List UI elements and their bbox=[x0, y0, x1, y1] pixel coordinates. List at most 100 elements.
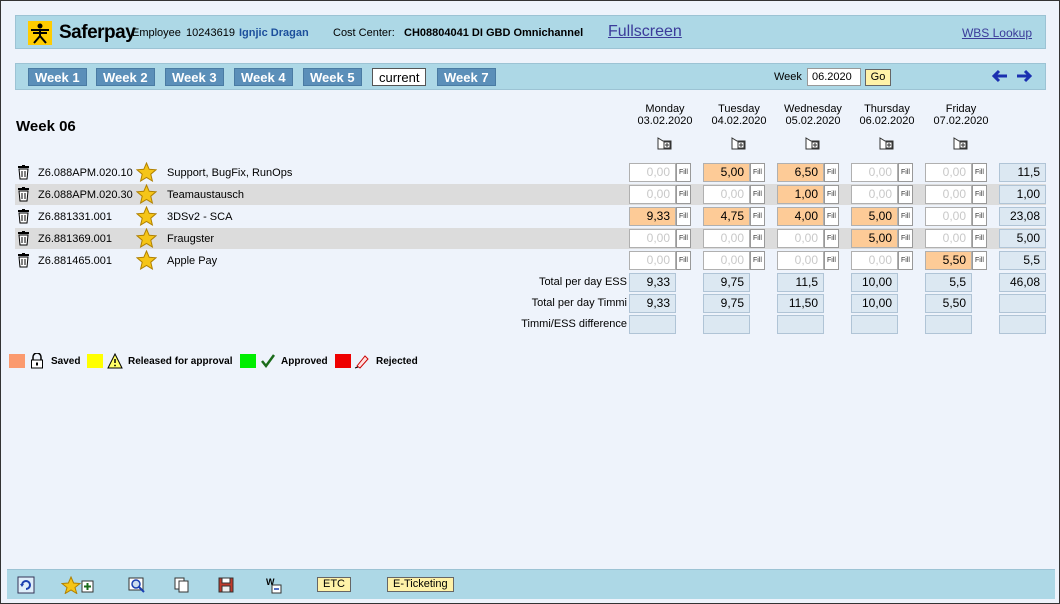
hours-input[interactable]: 0,00 bbox=[777, 229, 824, 248]
hours-input[interactable]: 0,00 bbox=[851, 163, 898, 182]
arrow-left-icon[interactable] bbox=[991, 68, 1009, 84]
fill-button[interactable]: Fill bbox=[824, 207, 839, 226]
legend-saved: Saved bbox=[51, 356, 81, 367]
fill-button[interactable]: Fill bbox=[972, 229, 987, 248]
hours-input[interactable]: 5,00 bbox=[851, 229, 898, 248]
tab-week-7[interactable]: Week 7 bbox=[437, 68, 496, 86]
legend-rejected: Rejected bbox=[376, 356, 418, 367]
fill-button[interactable]: Fill bbox=[824, 251, 839, 270]
fill-button[interactable]: Fill bbox=[824, 229, 839, 248]
fill-button[interactable]: Fill bbox=[898, 185, 913, 204]
hours-input[interactable]: 0,00 bbox=[925, 185, 972, 204]
hours-input[interactable]: 5,00 bbox=[703, 163, 750, 182]
hours-input[interactable]: 0,00 bbox=[925, 207, 972, 226]
tab-week-4[interactable]: Week 4 bbox=[234, 68, 293, 86]
lock-icon bbox=[31, 353, 43, 369]
hours-input[interactable]: 0,00 bbox=[629, 163, 676, 182]
fill-button[interactable]: Fill bbox=[972, 185, 987, 204]
fill-button[interactable]: Fill bbox=[750, 185, 765, 204]
hours-input[interactable]: 0,00 bbox=[629, 229, 676, 248]
fill-button[interactable]: Fill bbox=[972, 251, 987, 270]
hours-input[interactable]: 5,50 bbox=[925, 251, 972, 270]
ess-day-total: 9,33 bbox=[629, 273, 676, 292]
fill-button[interactable]: Fill bbox=[676, 185, 691, 204]
delete-row-icon[interactable] bbox=[17, 165, 30, 180]
save-icon[interactable] bbox=[217, 576, 235, 594]
fill-button[interactable]: Fill bbox=[750, 251, 765, 270]
delete-row-icon[interactable] bbox=[17, 253, 30, 268]
hours-input[interactable]: 0,00 bbox=[777, 251, 824, 270]
fill-button[interactable]: Fill bbox=[972, 163, 987, 182]
e-ticketing-button[interactable]: E-Ticketing bbox=[387, 577, 454, 592]
day-date: 03.02.2020 bbox=[637, 115, 693, 127]
copy-icon[interactable] bbox=[173, 576, 191, 594]
hours-input[interactable]: 4,75 bbox=[703, 207, 750, 226]
hours-input[interactable]: 0,00 bbox=[851, 251, 898, 270]
timmi-day-total: 5,50 bbox=[925, 294, 972, 313]
favorite-star-icon[interactable] bbox=[136, 250, 157, 270]
wbs-tool-icon[interactable]: W bbox=[265, 576, 283, 594]
tab-week-5[interactable]: Week 5 bbox=[303, 68, 362, 86]
hours-input[interactable]: 0,00 bbox=[703, 185, 750, 204]
hours-input[interactable]: 9,33 bbox=[629, 207, 676, 226]
go-button[interactable]: Go bbox=[865, 69, 891, 86]
favorite-star-icon[interactable] bbox=[136, 184, 157, 204]
footer-toolbar: W ETC E-Ticketing bbox=[7, 569, 1055, 599]
arrow-right-icon[interactable] bbox=[1015, 68, 1033, 84]
hours-input[interactable]: 0,00 bbox=[703, 251, 750, 270]
timmi-day-total: 11,50 bbox=[777, 294, 824, 313]
fill-button[interactable]: Fill bbox=[676, 251, 691, 270]
employee-label: Employee bbox=[132, 27, 181, 39]
fill-button[interactable]: Fill bbox=[750, 229, 765, 248]
favorite-star-icon[interactable] bbox=[136, 206, 157, 226]
tab-week-1[interactable]: Week 1 bbox=[28, 68, 87, 86]
hours-input[interactable]: 0,00 bbox=[629, 251, 676, 270]
tab-current-week[interactable]: current bbox=[372, 68, 427, 86]
week-nav-bar: Week 1 Week 2 Week 3 Week 4 Week 5 curre… bbox=[15, 63, 1046, 90]
hours-input[interactable]: 1,00 bbox=[777, 185, 824, 204]
favorite-star-icon[interactable] bbox=[136, 228, 157, 248]
add-entry-icon[interactable] bbox=[731, 137, 746, 150]
delete-row-icon[interactable] bbox=[17, 187, 30, 202]
tab-week-3[interactable]: Week 3 bbox=[165, 68, 224, 86]
fill-button[interactable]: Fill bbox=[898, 163, 913, 182]
hours-input[interactable]: 0,00 bbox=[703, 229, 750, 248]
hours-input[interactable]: 5,00 bbox=[851, 207, 898, 226]
fill-button[interactable]: Fill bbox=[898, 251, 913, 270]
tab-week-2[interactable]: Week 2 bbox=[96, 68, 155, 86]
hours-input[interactable]: 0,00 bbox=[925, 163, 972, 182]
add-entry-icon[interactable] bbox=[879, 137, 894, 150]
difference-cell bbox=[925, 315, 972, 334]
add-favorite-icon[interactable] bbox=[61, 576, 97, 594]
fullscreen-link[interactable]: Fullscreen bbox=[608, 23, 682, 41]
fill-button[interactable]: Fill bbox=[676, 207, 691, 226]
etc-button[interactable]: ETC bbox=[317, 577, 351, 592]
day-header-monday: Monday 03.02.2020 bbox=[628, 103, 702, 127]
delete-row-icon[interactable] bbox=[17, 209, 30, 224]
favorite-star-icon[interactable] bbox=[136, 162, 157, 182]
fill-button[interactable]: Fill bbox=[898, 229, 913, 248]
hours-input[interactable]: 6,50 bbox=[777, 163, 824, 182]
hours-input[interactable]: 0,00 bbox=[851, 185, 898, 204]
fill-button[interactable]: Fill bbox=[898, 207, 913, 226]
task-description: Support, BugFix, RunOps bbox=[167, 167, 293, 179]
add-entry-icon[interactable] bbox=[805, 137, 820, 150]
search-icon[interactable] bbox=[128, 576, 146, 594]
day-header-tuesday: Tuesday 04.02.2020 bbox=[702, 103, 776, 127]
refresh-icon[interactable] bbox=[17, 576, 35, 594]
fill-button[interactable]: Fill bbox=[750, 163, 765, 182]
fill-button[interactable]: Fill bbox=[750, 207, 765, 226]
delete-row-icon[interactable] bbox=[17, 231, 30, 246]
fill-button[interactable]: Fill bbox=[824, 163, 839, 182]
fill-button[interactable]: Fill bbox=[824, 185, 839, 204]
fill-button[interactable]: Fill bbox=[676, 163, 691, 182]
fill-button[interactable]: Fill bbox=[676, 229, 691, 248]
week-input[interactable] bbox=[807, 68, 861, 86]
hours-input[interactable]: 0,00 bbox=[629, 185, 676, 204]
add-entry-icon[interactable] bbox=[657, 137, 672, 150]
add-entry-icon[interactable] bbox=[953, 137, 968, 150]
wbs-lookup-link[interactable]: WBS Lookup bbox=[962, 26, 1032, 40]
fill-button[interactable]: Fill bbox=[972, 207, 987, 226]
hours-input[interactable]: 4,00 bbox=[777, 207, 824, 226]
hours-input[interactable]: 0,00 bbox=[925, 229, 972, 248]
